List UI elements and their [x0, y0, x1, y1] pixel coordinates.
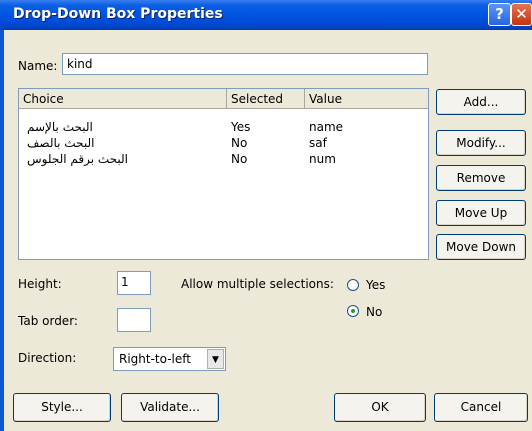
allow-multiple-no-radio[interactable] — [347, 305, 359, 317]
modify-button[interactable]: Modify... — [436, 130, 526, 156]
tab-order-input[interactable] — [117, 308, 151, 332]
choice-column-header[interactable]: Choice — [19, 89, 227, 109]
choice-row[interactable]: البحث بالإسم Yes name — [19, 120, 428, 135]
cancel-button[interactable]: Cancel — [434, 393, 528, 422]
choices-list[interactable]: Choice Selected Value البحث بالإسم Yes n… — [18, 88, 429, 260]
choice-text: البحث بالإسم — [27, 120, 93, 134]
direction-label: Direction: — [18, 351, 77, 365]
help-icon[interactable]: ? — [488, 3, 511, 26]
window-title: Drop-Down Box Properties — [13, 6, 223, 22]
ok-button[interactable]: OK — [334, 393, 426, 422]
allow-multiple-yes-radio[interactable] — [347, 279, 359, 291]
validate-button[interactable]: Validate... — [121, 393, 219, 422]
window-border — [0, 30, 4, 431]
choice-selected: No — [231, 152, 248, 166]
chevron-down-icon[interactable]: ▼ — [207, 349, 224, 369]
choice-text: البحث برقم الجلوس — [27, 152, 129, 166]
choice-text: البحث بالصف — [27, 136, 95, 150]
choice-selected: No — [231, 136, 248, 150]
selected-column-header[interactable]: Selected — [227, 89, 305, 109]
height-label: Height: — [18, 277, 62, 291]
choices-list-header: Choice Selected Value — [19, 89, 428, 109]
title-bar[interactable]: Drop-Down Box Properties ? ✕ — [0, 0, 532, 30]
choice-selected: Yes — [231, 120, 251, 134]
value-column-header[interactable]: Value — [305, 89, 429, 109]
choice-value: saf — [309, 136, 327, 150]
choice-value: name — [309, 120, 344, 134]
move-down-button[interactable]: Move Down — [436, 234, 526, 260]
choice-value: num — [309, 152, 336, 166]
style-button[interactable]: Style... — [13, 393, 111, 422]
allow-multiple-no-label[interactable]: No — [366, 305, 382, 319]
choice-row[interactable]: البحث بالصف No saf — [19, 136, 428, 151]
direction-selected-value: Right-to-left — [119, 352, 191, 366]
close-icon[interactable]: ✕ — [511, 3, 532, 26]
add-button[interactable]: Add... — [436, 89, 526, 115]
tab-order-label: Tab order: — [18, 314, 78, 328]
allow-multiple-label: Allow multiple selections: — [181, 277, 334, 291]
height-input[interactable]: 1 — [117, 271, 151, 295]
name-label: Name: — [18, 59, 58, 73]
remove-button[interactable]: Remove — [436, 165, 526, 191]
allow-multiple-yes-label[interactable]: Yes — [366, 278, 385, 292]
direction-select[interactable]: Right-to-left ▼ — [113, 347, 226, 371]
move-up-button[interactable]: Move Up — [436, 200, 526, 226]
choice-row[interactable]: البحث برقم الجلوس No num — [19, 152, 428, 167]
name-input[interactable]: kind — [62, 53, 428, 75]
